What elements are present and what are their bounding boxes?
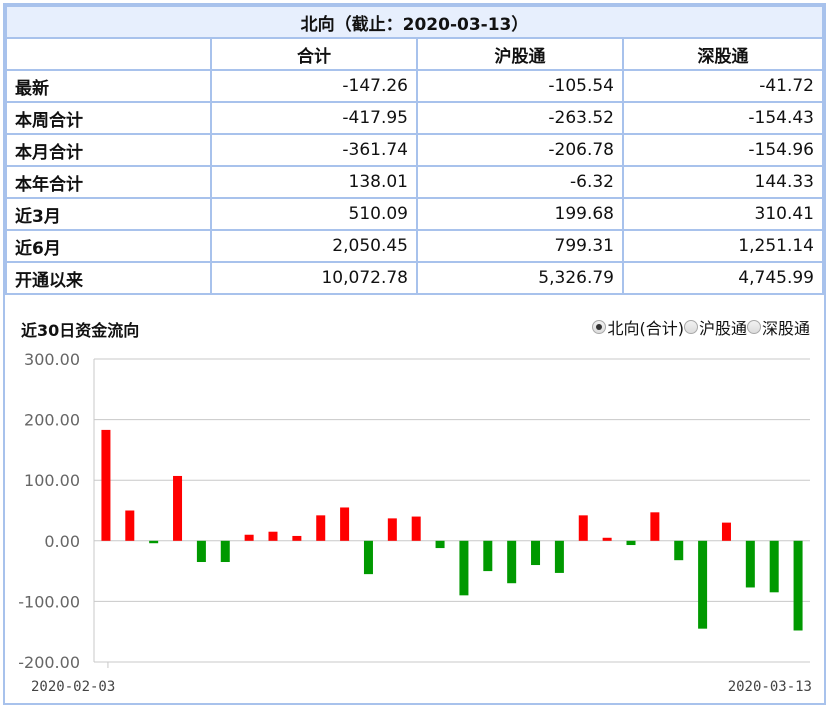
shenzhen-value: 144.33 [622, 165, 824, 199]
bar-negative [220, 540, 230, 563]
bar-positive [244, 534, 254, 541]
shenzhen-value: 1,251.14 [622, 229, 824, 263]
shanghai-value: -105.54 [416, 69, 624, 103]
bar-negative [554, 540, 564, 573]
bar-positive [602, 537, 612, 541]
bar-positive [387, 518, 397, 541]
bar-negative [483, 540, 493, 572]
total-value: -417.95 [210, 101, 418, 135]
shenzhen-value: 310.41 [622, 197, 824, 231]
total-value: 138.01 [210, 165, 418, 199]
table-row: 本月合计 -361.74 -206.78 -154.96 [5, 133, 824, 167]
bar-positive [411, 516, 421, 541]
bar-negative [435, 540, 445, 549]
shanghai-value: 799.31 [416, 229, 624, 263]
shanghai-value: 5,326.79 [416, 261, 624, 295]
bar-negative [507, 540, 517, 584]
table-row: 近3月 510.09 199.68 310.41 [5, 197, 824, 231]
total-value: -147.26 [210, 69, 418, 103]
table-row: 最新 -147.26 -105.54 -41.72 [5, 69, 824, 103]
y-tick-label: 200.00 [24, 411, 80, 430]
northbound-panel: 北向（截止：2020-03-13） 合计 沪股通 深股通 最新 -147.26 … [3, 3, 826, 705]
bar-negative [149, 540, 159, 544]
column-header-shenzhen: 深股通 [622, 37, 824, 71]
bar-negative [626, 540, 636, 546]
total-value: 10,072.78 [210, 261, 418, 295]
x-end-label: 2020-03-13 [728, 679, 812, 695]
bar-negative [769, 540, 779, 593]
bar-positive [101, 429, 111, 541]
shanghai-value: -6.32 [416, 165, 624, 199]
total-value: -361.74 [210, 133, 418, 167]
row-label: 最新 [5, 69, 212, 103]
bar-negative [745, 540, 755, 588]
y-tick-label: 0.00 [44, 532, 80, 551]
bar-negative [459, 540, 469, 596]
shenzhen-value: -154.96 [622, 133, 824, 167]
shanghai-value: -206.78 [416, 133, 624, 167]
bar-positive [721, 522, 731, 541]
shenzhen-value: -154.43 [622, 101, 824, 135]
row-label: 近6月 [5, 229, 212, 263]
bar-negative [674, 540, 684, 561]
northbound-table: 北向（截止：2020-03-13） 合计 沪股通 深股通 最新 -147.26 … [5, 5, 824, 295]
column-header-blank [5, 37, 212, 71]
bar-positive [316, 515, 326, 541]
total-value: 2,050.45 [210, 229, 418, 263]
shenzhen-value: -41.72 [622, 69, 824, 103]
row-label: 开通以来 [5, 261, 212, 295]
bar-chart: 300.00 200.00 100.00 0.00 -100.00 -200.00 2020… [18, 350, 812, 695]
column-header-shanghai: 沪股通 [416, 37, 624, 71]
y-tick-label: -100.00 [18, 592, 80, 611]
bar-positive [578, 515, 588, 541]
table-row: 开通以来 10,072.78 5,326.79 4,745.99 [5, 261, 824, 295]
y-tick-label: -200.00 [18, 653, 80, 672]
bar-positive [650, 512, 660, 541]
table-row: 本年合计 138.01 -6.32 144.33 [5, 165, 824, 199]
shanghai-value: -263.52 [416, 101, 624, 135]
bar-positive [268, 531, 278, 541]
bar-negative [793, 540, 803, 631]
bar-positive [125, 510, 135, 541]
row-label: 本年合计 [5, 165, 212, 199]
bar-negative [698, 540, 708, 629]
bar-negative [363, 540, 373, 575]
row-label: 本周合计 [5, 101, 212, 135]
total-value: 510.09 [210, 197, 418, 231]
shanghai-value: 199.68 [416, 197, 624, 231]
bar-positive [340, 507, 350, 541]
table-row: 近6月 2,050.45 799.31 1,251.14 [5, 229, 824, 263]
row-label: 近3月 [5, 197, 212, 231]
shenzhen-value: 4,745.99 [622, 261, 824, 295]
bar-negative [196, 540, 206, 563]
row-label: 本月合计 [5, 133, 212, 167]
bar-positive [173, 475, 183, 541]
flow-chart-area: 近30日资金流向 北向(合计) 沪股通 深股通 300.00 200.00 100.… [5, 295, 824, 705]
bar-negative [531, 540, 541, 566]
column-header-total: 合计 [210, 37, 418, 71]
y-tick-label: 100.00 [24, 471, 80, 490]
bar-positive [292, 535, 302, 541]
table-title: 北向（截止：2020-03-13） [5, 5, 824, 39]
table-row: 本周合计 -417.95 -263.52 -154.43 [5, 101, 824, 135]
y-tick-label: 300.00 [24, 350, 80, 369]
x-start-label: 2020-02-03 [31, 679, 115, 695]
